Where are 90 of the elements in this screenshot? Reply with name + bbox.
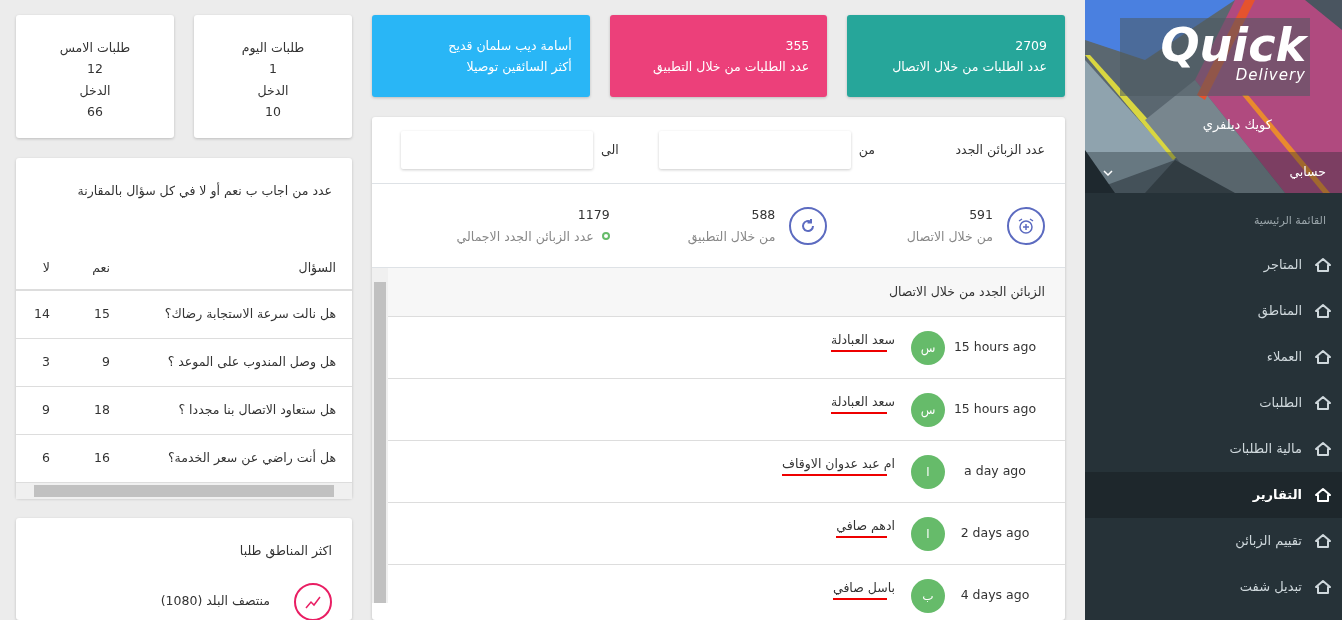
stat-label: عدد الطلبات من خلال الاتصال xyxy=(892,59,1047,75)
sidebar-item[interactable]: الطلبات xyxy=(1085,379,1342,426)
house-icon xyxy=(1314,486,1332,503)
column-header: لا xyxy=(16,248,66,290)
sidebar-item[interactable]: التقارير xyxy=(1085,471,1342,518)
logo-text: Quick xyxy=(1160,22,1306,68)
date-field[interactable] xyxy=(401,131,594,169)
house-icon xyxy=(1314,256,1332,273)
avatar-initial: ا xyxy=(911,516,945,551)
table-cell: 3 xyxy=(16,338,66,386)
time-text: a day ago xyxy=(964,463,1026,479)
field-label: الى xyxy=(601,140,619,159)
trend-icon xyxy=(294,582,332,620)
date-field[interactable] xyxy=(658,131,851,169)
stat-value: 355 xyxy=(785,38,810,53)
filter-title: عدد الزبائن الجدد xyxy=(954,140,1045,160)
sidebar-item[interactable]: تقييم الزبائن xyxy=(1085,517,1342,564)
section-label: القائمة الرئيسية xyxy=(1252,213,1327,229)
column-header: نعم xyxy=(66,248,126,290)
stat-value: أسامة ديب سلمان قديح xyxy=(448,38,572,53)
time-text: 15 hours ago xyxy=(953,339,1037,355)
table-cell: 9 xyxy=(66,338,126,386)
column-header: السؤال xyxy=(126,248,352,290)
stat-label: عدد الزبائن الجدد الاجمالي xyxy=(456,227,594,247)
table-cell: 18 xyxy=(66,386,126,434)
count-label: طلبات اليوم xyxy=(241,40,305,55)
list-title: الزبائن الجدد من خلال الاتصال xyxy=(888,282,1045,302)
sidebar-item[interactable]: تبديل شفت xyxy=(1085,563,1342,610)
sidebar-item[interactable]: المتاجر xyxy=(1085,241,1342,288)
table-cell: 15 xyxy=(66,290,126,338)
alarm-icon xyxy=(1007,206,1045,245)
customer-name: ام عبد عدوان الاوقاف xyxy=(782,456,895,472)
scrollbar[interactable] xyxy=(372,268,388,603)
table-cell: هل وصل المندوب على الموعد ؟ xyxy=(126,338,352,386)
house-icon xyxy=(1314,578,1332,595)
count-value: 1 xyxy=(269,61,277,77)
logo-tagline: Delivery xyxy=(1235,68,1306,83)
stat-value: 1179 xyxy=(577,207,610,223)
redaction-mark xyxy=(832,598,887,601)
field-label: من xyxy=(858,140,875,160)
chevron-down-icon xyxy=(1103,169,1113,176)
card-title: اكثر المناطق طلبا xyxy=(239,543,332,558)
avatar-initial: س xyxy=(911,392,945,427)
time-text: 2 days ago xyxy=(960,525,1030,541)
redaction-mark xyxy=(831,350,887,353)
table-cell: هل نالت سرعة الاستجابة رضاك؟ xyxy=(126,290,352,338)
table-cell: 9 xyxy=(16,386,66,434)
house-icon xyxy=(1314,532,1332,549)
count-value: 12 xyxy=(87,61,103,77)
stat-value: 588 xyxy=(751,207,776,223)
sidebar-item[interactable]: مالية الطلبات xyxy=(1085,425,1342,472)
sidebar-item[interactable]: العملاء xyxy=(1085,333,1342,380)
customer-name: باسل صافي xyxy=(832,580,895,596)
count-label: الدخل xyxy=(257,82,289,98)
stat-label: من خلال التطبيق xyxy=(687,227,776,247)
count-label: الدخل xyxy=(79,82,111,98)
house-icon xyxy=(1314,440,1332,457)
refresh-icon xyxy=(789,206,828,245)
stat-label: من خلال الاتصال xyxy=(906,227,993,247)
sidebar-item[interactable]: المناطق xyxy=(1085,287,1342,334)
redaction-mark xyxy=(836,536,887,539)
count-value: 10 xyxy=(265,103,281,119)
house-icon xyxy=(1314,348,1332,365)
stat-label: أكثر السائقين توصيلا xyxy=(466,59,572,75)
house-icon xyxy=(1314,394,1332,411)
count-value: 66 xyxy=(87,103,103,119)
table-cell: 16 xyxy=(66,434,126,482)
avatar-initial: ب xyxy=(911,578,945,613)
redaction-mark xyxy=(831,412,887,415)
table-cell: 14 xyxy=(16,290,66,338)
avatar-initial: س xyxy=(911,330,945,365)
time-text: 15 hours ago xyxy=(953,401,1037,417)
card-title: عدد من اجاب ب نعم أو لا في كل سؤال بالمقارنة xyxy=(77,183,332,198)
stat-label: عدد الطلبات من خلال التطبيق xyxy=(653,59,810,75)
table-cell: 6 xyxy=(16,434,66,482)
stat-value: 591 xyxy=(969,207,993,223)
customer-name: سعد العبادلة xyxy=(831,394,895,410)
status-dot-icon xyxy=(601,232,610,241)
count-label: طلبات الامس xyxy=(59,40,131,55)
avatar-initial: ا xyxy=(911,454,945,489)
stat-value: 2709 xyxy=(1015,38,1047,53)
table-cell: هل ستعاود الاتصال بنا مجددا ؟ xyxy=(126,386,352,434)
time-text: 4 days ago xyxy=(960,587,1030,603)
region-label: منتصف البلد (1080) xyxy=(160,592,270,611)
customer-name: ادهم صافي xyxy=(836,518,895,534)
brand-name: كويك ديلفري xyxy=(1202,116,1272,135)
house-icon xyxy=(1314,302,1332,319)
account-menu[interactable]: حسابي xyxy=(1289,163,1326,182)
customer-name: سعد العبادلة xyxy=(831,332,895,348)
table-cell: هل أنت راضي عن سعر الخدمة؟ xyxy=(126,434,352,482)
